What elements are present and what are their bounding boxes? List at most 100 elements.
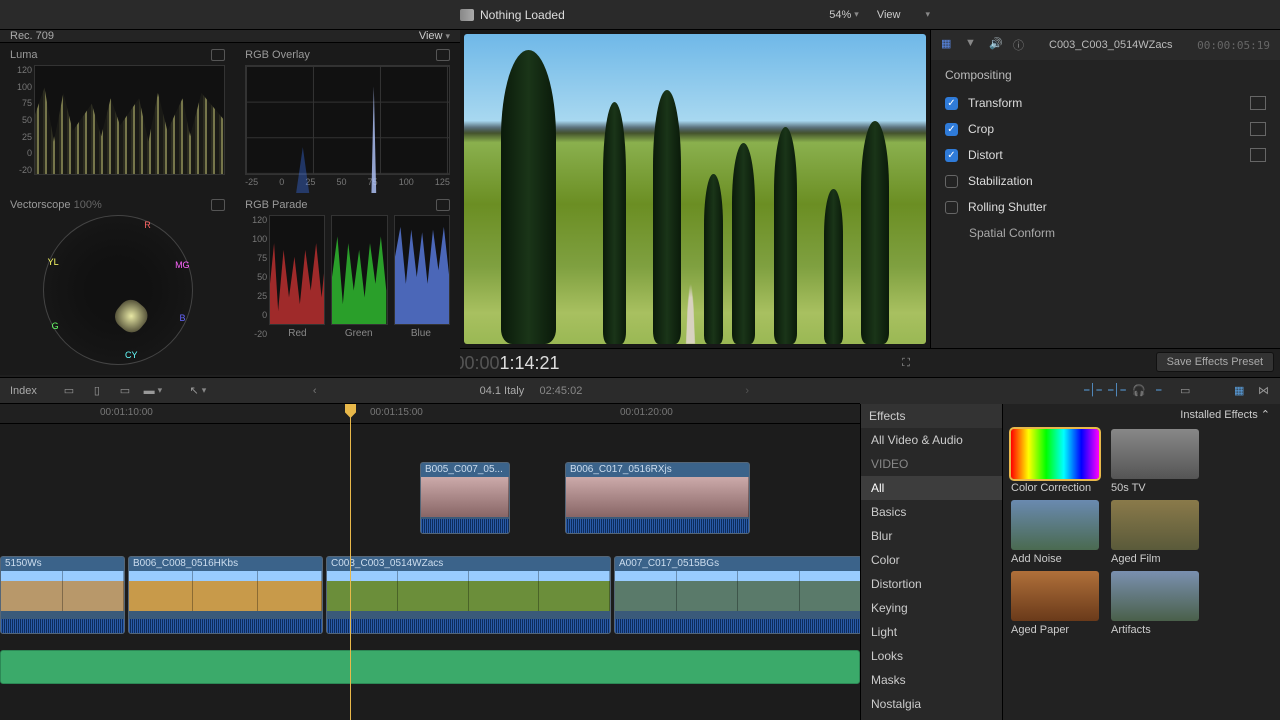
inspector-row-stabilization[interactable]: Stabilization [931,168,1280,194]
effect-thumbnail[interactable] [1111,500,1199,550]
rgb-parade-title: RGB Parade [245,199,307,211]
audio-skimming-icon[interactable]: ⎯│⎯ [1108,384,1122,398]
effect-thumbnail[interactable] [1111,429,1199,479]
rect-icon[interactable] [1250,96,1266,110]
inspector-row-crop[interactable]: ✓Crop [931,116,1280,142]
inspector-row-transform[interactable]: ✓ Transform [931,90,1280,116]
scope-settings-icon[interactable] [436,49,450,61]
effects-category[interactable]: Light [861,620,1002,644]
viewer-canvas[interactable] [464,34,926,344]
effect-thumbnail[interactable] [1011,429,1099,479]
checkbox-icon[interactable]: ✓ [945,97,958,110]
viewer-view-menu[interactable]: View [877,9,901,21]
timeline-clip[interactable]: A007_C017_0515BGs [614,556,860,634]
timeline-panel[interactable]: 00:01:10:0000:01:15:0000:01:20:00 B005_C… [0,404,860,720]
color-space-label[interactable]: Rec. 709 [10,30,54,42]
inspector-row-label: Distort [968,148,1003,162]
parade-axis: 1201007550250-20 [245,215,267,339]
next-edit-icon[interactable]: › [745,385,749,397]
skimming-icon[interactable]: ⎯│⎯ [1084,384,1098,398]
video-scopes-panel: Rec. 709 View▾ Luma 1201007550250-20 RGB… [0,30,460,348]
snapping-icon[interactable]: ⎯ [1156,384,1170,398]
inspector-row-label: Transform [968,96,1022,110]
insert-clip-icon[interactable]: ▯ [86,382,108,400]
append-clip-icon[interactable]: ▭ [114,382,136,400]
effects-category[interactable]: Keying [861,596,1002,620]
checkbox-icon[interactable] [945,201,958,214]
render-icon[interactable]: ▭ [1180,384,1194,398]
select-tool-icon[interactable]: ↖▾ [187,382,209,400]
inspector-row-label: Stabilization [968,174,1033,188]
effect-item[interactable]: Aged Film [1111,500,1199,565]
effect-thumbnail[interactable] [1011,500,1099,550]
effects-browser-icon[interactable]: ▦ [1234,384,1248,398]
effect-item[interactable]: Artifacts [1111,571,1199,636]
timeline-clip[interactable]: C003_C003_0514WZacs [326,556,611,634]
scope-settings-icon[interactable] [436,199,450,211]
playhead[interactable] [350,404,351,720]
timeline-clip[interactable]: B006_C017_0516RXjs [565,462,750,534]
inspector-row-label: Rolling Shutter [968,200,1047,214]
color-inspector-icon[interactable]: ▼ [965,37,981,53]
effects-category[interactable]: Color [861,548,1002,572]
scope-settings-icon[interactable] [211,49,225,61]
inspector-row-distort[interactable]: ✓ Distort [931,142,1280,168]
audio-inspector-icon[interactable]: 🔊 [989,37,1005,53]
save-effects-preset-button[interactable]: Save Effects Preset [1156,352,1274,372]
checkbox-icon[interactable] [945,175,958,188]
effects-category[interactable]: VIDEO [861,452,1002,476]
inspector-panel: ▦ ▼ 🔊 ⓘ C003_C003_0514WZacs 00:00:05:19 … [930,30,1280,348]
effects-category[interactable]: All Video & Audio [861,428,1002,452]
effect-name: 50s TV [1111,482,1199,494]
timeline-index-button[interactable]: Index [10,385,37,397]
clapperboard-icon [460,9,474,21]
timeline-clip[interactable]: B005_C007_05... [420,462,510,534]
info-inspector-icon[interactable]: ⓘ [1013,37,1029,53]
effect-name: Artifacts [1111,624,1199,636]
inspector-row-rolling-shutter[interactable]: Rolling Shutter [931,194,1280,220]
solo-icon[interactable]: 🎧 [1132,384,1146,398]
scope-settings-icon[interactable] [211,199,225,211]
connect-clip-icon[interactable]: ▭ [58,382,80,400]
timeline-ruler[interactable]: 00:01:10:0000:01:15:0000:01:20:00 [0,404,860,424]
inspector-timecode: 00:00:05:19 [1197,39,1270,52]
effects-category[interactable]: All [861,476,1002,500]
chevron-down-icon: ▾ [854,9,859,20]
viewer-zoom[interactable]: 54% [829,9,851,21]
effects-category[interactable]: Masks [861,668,1002,692]
installed-effects-dropdown[interactable]: Installed Effects ⌃ [1180,409,1270,421]
timecode-display[interactable]: 00:001:14:21 [454,353,559,374]
effects-header: Effects [861,404,1002,428]
clip-label: B006_C008_0516HKbs [129,557,322,571]
crop-icon[interactable] [1250,122,1266,136]
overwrite-clip-icon[interactable]: ▬▾ [142,382,164,400]
prev-edit-icon[interactable]: ‹ [313,385,317,397]
timeline-clip[interactable]: 5150Ws [0,556,125,634]
effect-item[interactable]: Aged Paper [1011,571,1099,636]
scopes-view-menu[interactable]: View▾ [419,30,450,42]
spatial-conform-row[interactable]: Spatial Conform [931,220,1280,246]
distort-icon[interactable] [1250,148,1266,162]
effect-item[interactable]: 50s TV [1111,429,1199,494]
checkbox-icon[interactable]: ✓ [945,149,958,162]
transitions-browser-icon[interactable]: ⋈ [1258,384,1272,398]
app-header: Nothing Loaded 54%▾ View▾ [0,0,1280,30]
effects-category[interactable]: Nostalgia [861,692,1002,716]
effect-item[interactable]: Add Noise [1011,500,1099,565]
effects-category[interactable]: Blur [861,524,1002,548]
effects-category[interactable]: Distortion [861,572,1002,596]
effect-item[interactable]: Color Correction [1011,429,1099,494]
audio-clip[interactable] [0,650,860,684]
effects-category-list: Effects All Video & AudioVIDEOAllBasicsB… [861,404,1003,720]
checkbox-icon[interactable]: ✓ [945,123,958,136]
effects-category[interactable]: Looks [861,644,1002,668]
luma-axis: 1201007550250-20 [10,65,32,175]
video-inspector-icon[interactable]: ▦ [941,37,957,53]
timeline-clip[interactable]: B006_C008_0516HKbs [128,556,323,634]
sequence-duration: 02:45:02 [540,385,583,397]
fullscreen-icon[interactable]: ⛶ [895,354,917,372]
effects-category[interactable]: Stylize [861,716,1002,720]
effect-thumbnail[interactable] [1011,571,1099,621]
effect-thumbnail[interactable] [1111,571,1199,621]
effects-category[interactable]: Basics [861,500,1002,524]
